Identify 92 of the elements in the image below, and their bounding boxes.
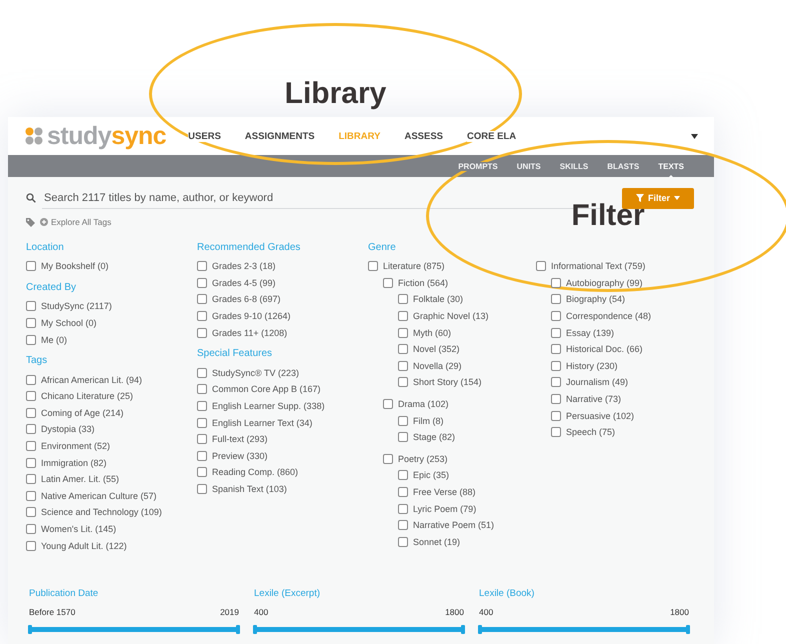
filter-checkbox[interactable]: My School (0) <box>26 314 97 332</box>
filter-checkbox[interactable]: Drama (102) <box>383 396 449 412</box>
nav-tab[interactable]: CORE ELA <box>467 130 516 142</box>
filter-checkbox[interactable]: Informational Text (759) <box>536 258 646 275</box>
funnel-icon <box>636 194 644 202</box>
filter-checkbox[interactable]: Stage (82) <box>398 428 456 446</box>
nav-tab[interactable]: ASSESS <box>404 130 444 142</box>
filter-checkbox[interactable]: Journalism (49) <box>551 374 628 391</box>
filter-checkbox[interactable]: Biography (54) <box>551 291 626 308</box>
caret-icon <box>691 134 698 138</box>
search-icon <box>26 193 36 203</box>
sub-nav-tab[interactable]: BLASTS <box>607 162 640 170</box>
filter-checkbox[interactable]: Autobiography (99) <box>551 274 643 292</box>
filter-checkbox[interactable]: English Learner Supp. (338) <box>197 398 325 414</box>
range-min: Before 1570 <box>29 607 76 617</box>
nav-tab[interactable]: USERS <box>188 130 221 142</box>
filter-checkbox[interactable]: Short Story (154) <box>398 374 482 391</box>
filter-checkbox[interactable]: Reading Comp. (860) <box>197 464 298 481</box>
section-heading: Created By <box>26 281 76 296</box>
filter-checkbox[interactable]: Literature (875) <box>368 258 445 275</box>
caret-icon <box>674 196 680 200</box>
sub-nav-tab[interactable]: PROMPTS <box>458 162 498 170</box>
section-heading: Location <box>26 241 64 255</box>
range-max: 1800 <box>445 607 464 617</box>
filter-checkbox[interactable]: Common Core App B (167) <box>197 381 321 398</box>
filter-checkbox[interactable]: Native American Culture (57) <box>26 488 157 504</box>
explore-tags-link[interactable]: Explore All Tags <box>40 217 112 227</box>
filter-checkbox[interactable]: Folktale (30) <box>398 291 464 308</box>
section-heading: Tags <box>26 354 48 368</box>
filter-checkbox[interactable]: Fiction (564) <box>383 274 448 292</box>
filter-checkbox[interactable]: Persuasive (102) <box>551 407 634 424</box>
filter-checkbox[interactable]: Environment (52) <box>26 438 110 454</box>
filter-checkbox[interactable]: Full-text (293) <box>197 430 268 448</box>
filter-checkbox[interactable]: Young Adult Lit. (122) <box>26 537 127 554</box>
range-min: 400 <box>479 607 494 617</box>
sub-nav-tab[interactable]: UNITS <box>516 162 541 170</box>
filter-checkbox[interactable]: Graphic Novel (13) <box>398 308 489 324</box>
filter-checkbox[interactable]: Film (8) <box>398 412 444 429</box>
filter-checkbox[interactable]: Epic (35) <box>398 467 450 484</box>
callout-label: Library <box>284 77 386 111</box>
filter-checkbox[interactable]: Spanish Text (103) <box>197 480 287 498</box>
filter-checkbox[interactable]: Latin Amer. Lit. (55) <box>26 470 120 488</box>
filter-checkbox[interactable]: Me (0) <box>26 331 68 348</box>
filter-checkbox[interactable]: My Bookshelf (0) <box>26 258 109 275</box>
range-min: 400 <box>254 607 268 617</box>
filter-checkbox[interactable]: History (230) <box>551 358 618 374</box>
plus-icon <box>40 218 48 226</box>
filter-checkbox[interactable]: African American Lit. (94) <box>26 371 142 388</box>
filter-checkbox[interactable]: Essay (139) <box>551 324 614 341</box>
filter-checkbox[interactable]: Sonnet (19) <box>398 534 460 550</box>
range-heading: Lexile (Book) <box>479 587 536 601</box>
filter-checkbox[interactable]: Free Verse (88) <box>398 484 476 500</box>
filter-checkbox[interactable]: Speech (75) <box>551 424 616 441</box>
section-heading: Recommended Grades <box>197 241 300 255</box>
range-heading: Publication Date <box>29 587 100 601</box>
filter-checkbox[interactable]: Grades 11+ (1208) <box>197 324 288 341</box>
filter-checkbox[interactable]: Narrative Poem (51) <box>398 516 494 534</box>
filter-checkbox[interactable]: Preview (330) <box>197 447 268 464</box>
filter-checkbox[interactable]: StudySync® TV (223) <box>197 364 300 382</box>
tag-icon <box>26 218 35 226</box>
filter-checkbox[interactable]: Historical Doc. (66) <box>551 340 643 358</box>
filter-checkbox[interactable]: Lyric Poem (79) <box>398 500 476 517</box>
filter-checkbox[interactable]: Myth (60) <box>398 324 452 341</box>
range-slider[interactable] <box>254 627 464 632</box>
section-heading: Special Features <box>197 347 272 362</box>
filter-checkbox[interactable]: StudySync (2117) <box>26 298 112 315</box>
filter-checkbox[interactable]: Dystopia (33) <box>26 421 95 438</box>
filter-checkbox[interactable]: Poetry (253) <box>383 450 448 468</box>
filter-checkbox[interactable]: Correspondence (48) <box>551 308 652 324</box>
filter-checkbox[interactable]: Novel (352) <box>398 340 460 358</box>
studysync-logo: studysync <box>25 122 166 150</box>
filter-checkbox[interactable]: Chicano Literature (25) <box>26 388 134 405</box>
filter-checkbox[interactable]: Grades 4-5 (99) <box>197 274 276 292</box>
filter-checkbox[interactable]: Grades 9-10 (1264) <box>197 308 291 324</box>
filter-checkbox[interactable]: Women's Lit. (145) <box>26 520 116 538</box>
sub-nav-tab[interactable]: SKILLS <box>560 162 588 170</box>
nav-tab[interactable]: ASSIGNMENTS <box>244 130 315 142</box>
range-max: 1800 <box>670 607 689 617</box>
range-slider[interactable] <box>479 627 689 632</box>
filter-checkbox[interactable]: Science and Technology (109) <box>26 504 162 521</box>
filter-checkbox[interactable]: Immigration (82) <box>26 454 107 471</box>
dots-icon <box>25 127 43 145</box>
filter-checkbox[interactable]: Grades 6-8 (697) <box>197 291 281 308</box>
filter-checkbox[interactable]: Novella (29) <box>398 358 462 374</box>
range-heading: Lexile (Excerpt) <box>254 587 321 601</box>
range-slider[interactable] <box>29 627 239 632</box>
filter-checkbox[interactable]: Narrative (73) <box>551 390 622 408</box>
filter-checkbox[interactable]: Grades 2-3 (18) <box>197 258 276 275</box>
filter-checkbox[interactable]: English Learner Text (34) <box>197 414 312 431</box>
range-max: 2019 <box>220 607 239 617</box>
filter-checkbox[interactable]: Coming of Age (214) <box>26 404 124 422</box>
section-heading: Genre <box>368 241 396 255</box>
